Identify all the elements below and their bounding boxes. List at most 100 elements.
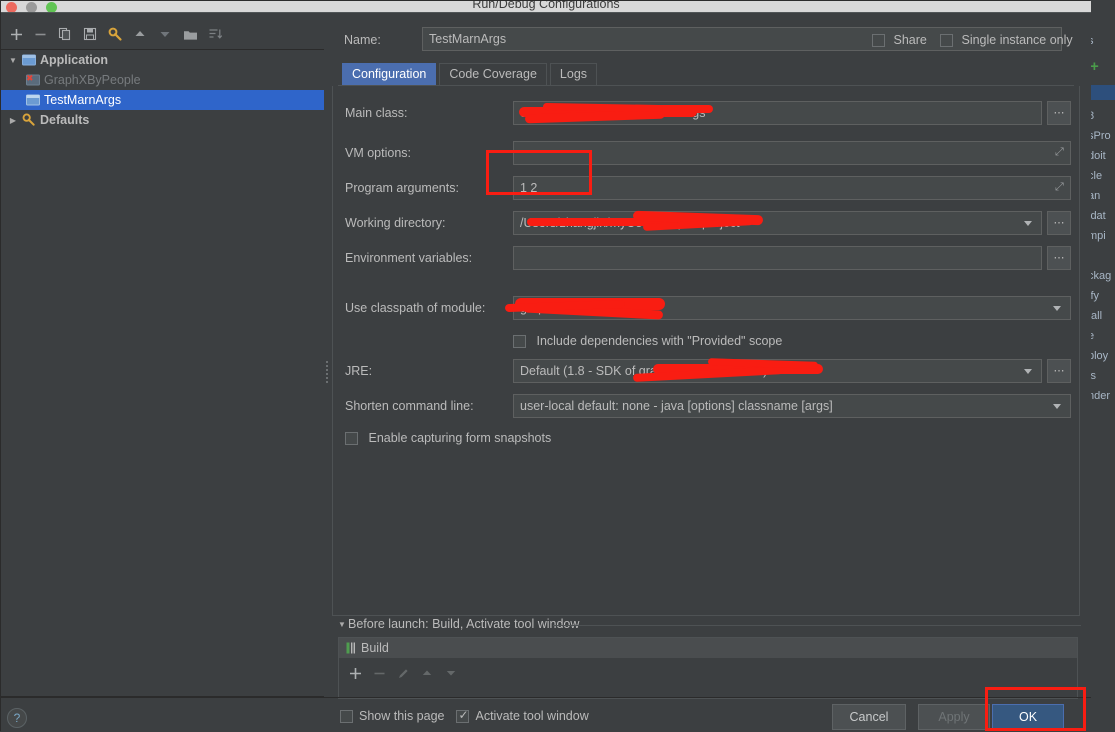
move-task-up-button[interactable]	[415, 662, 439, 684]
activate-tool-window-label: Activate tool window	[475, 709, 588, 723]
tree-item-defaults[interactable]: ▶ Defaults	[1, 110, 324, 130]
include-provided-checkbox[interactable]	[513, 335, 526, 348]
copy-configuration-button[interactable]	[54, 23, 76, 45]
collapse-arrow-icon[interactable]: ▶	[5, 116, 21, 125]
move-down-button[interactable]	[154, 23, 176, 45]
activate-tool-window-checkbox[interactable]	[456, 710, 469, 723]
vm-options-input[interactable]	[513, 141, 1071, 165]
single-instance-label: Single instance only	[961, 33, 1072, 47]
program-arguments-label: Program arguments:	[345, 181, 459, 195]
dialog-title: Run/Debug Configurations	[1, 1, 1091, 11]
environment-variables-input[interactable]	[513, 246, 1042, 270]
wrench-icon	[21, 112, 37, 128]
jre-control[interactable]: ⋯	[513, 359, 1071, 385]
before-launch-task-item[interactable]: Build	[339, 638, 1077, 658]
include-provided-checkbox-group[interactable]: Include dependencies with "Provided" sco…	[513, 334, 782, 348]
before-launch-header[interactable]: ▼ Before launch: Build, Activate tool wi…	[338, 617, 1078, 633]
browse-main-class-button[interactable]: ⋯	[1047, 101, 1071, 125]
share-checkbox[interactable]	[872, 34, 885, 47]
move-up-button[interactable]	[129, 23, 151, 45]
enable-capturing-checkbox[interactable]	[345, 432, 358, 445]
cancel-button[interactable]: Cancel	[832, 704, 906, 730]
configurations-sidebar: ▼ Application	[1, 13, 324, 697]
program-arguments-input[interactable]	[513, 176, 1071, 200]
share-checkbox-group[interactable]: Share	[872, 33, 927, 47]
folder-icon[interactable]	[179, 23, 201, 45]
main-class-label: Main class:	[345, 106, 408, 120]
tab-logs[interactable]: Logs	[550, 63, 597, 85]
shorten-command-line-label: Shorten command line:	[345, 399, 474, 413]
shorten-command-line-control[interactable]	[513, 394, 1071, 420]
expand-arrow-icon[interactable]: ▼	[5, 56, 21, 65]
main-class-row: Main class: ⋯	[333, 101, 1081, 127]
run-debug-configurations-dialog: Run/Debug Configurations	[0, 0, 1090, 731]
jre-dropdown-icon[interactable]	[1018, 360, 1038, 382]
before-launch-expand-icon[interactable]: ▼	[338, 620, 346, 629]
program-arguments-control[interactable]: ⤢	[513, 176, 1071, 202]
enable-capturing-checkbox-group[interactable]: Enable capturing form snapshots	[345, 431, 551, 445]
remove-task-button[interactable]	[367, 662, 391, 684]
configuration-editor-panel: Name: Share Single instance only Configu…	[332, 13, 1091, 697]
show-this-page-label: Show this page	[359, 709, 444, 723]
tree-item-application[interactable]: ▼ Application	[1, 50, 324, 70]
browse-environment-variables-button[interactable]: ⋯	[1047, 246, 1071, 270]
module-dropdown-icon[interactable]	[1047, 297, 1067, 319]
tab-configuration[interactable]: Configuration	[342, 63, 436, 85]
dialog-titlebar[interactable]: Run/Debug Configurations	[1, 1, 1091, 12]
before-launch-toolbar	[343, 662, 463, 684]
apply-button[interactable]: Apply	[918, 704, 990, 730]
maven-fragment: sPro	[1088, 130, 1111, 142]
build-icon	[343, 642, 361, 654]
enable-capturing-label: Enable capturing form snapshots	[368, 431, 551, 445]
tree-item-graphxbypeople[interactable]: GraphXByPeople	[1, 70, 324, 90]
expand-editor-icon[interactable]: ⤢	[1055, 182, 1066, 193]
save-configuration-button[interactable]	[79, 23, 101, 45]
vm-options-control[interactable]: ⤢	[513, 141, 1071, 167]
working-directory-control[interactable]: ⋯	[513, 211, 1071, 237]
tree-item-label: Defaults	[40, 113, 89, 127]
sort-configurations-button[interactable]	[204, 23, 226, 45]
sidebar-splitter[interactable]	[324, 13, 332, 697]
configuration-tabs[interactable]: Configuration Code Coverage Logs	[342, 63, 600, 85]
environment-variables-control[interactable]: ⋯	[513, 246, 1071, 272]
help-button[interactable]: ?	[7, 708, 27, 728]
use-classpath-of-module-label: Use classpath of module:	[345, 301, 485, 315]
maven-fragment: ploy	[1088, 350, 1108, 362]
annotation-ok-button	[985, 687, 1086, 731]
jre-label: JRE:	[345, 364, 372, 378]
before-launch-rule	[553, 625, 1081, 626]
before-launch-task-label: Build	[361, 641, 389, 655]
program-arguments-row: Program arguments: ⤢	[333, 176, 1081, 202]
include-provided-label: Include dependencies with "Provided" sco…	[536, 334, 782, 348]
show-this-page-checkbox[interactable]	[340, 710, 353, 723]
remove-configuration-button[interactable]	[29, 23, 51, 45]
edit-task-pencil-icon[interactable]	[391, 662, 415, 684]
single-instance-checkbox[interactable]	[940, 34, 953, 47]
configurations-tree[interactable]: ▼ Application	[1, 49, 324, 697]
browse-jre-button[interactable]: ⋯	[1047, 359, 1071, 383]
maven-fragment: nder	[1088, 390, 1110, 402]
tree-item-label: Application	[40, 53, 108, 67]
use-classpath-of-module-control[interactable]	[513, 296, 1071, 322]
move-task-down-button[interactable]	[439, 662, 463, 684]
tree-item-label: GraphXByPeople	[44, 73, 141, 87]
browse-working-directory-button[interactable]: ⋯	[1047, 211, 1071, 235]
working-directory-row: Working directory: ⋯	[333, 211, 1081, 237]
shorten-command-line-row: Shorten command line:	[333, 394, 1081, 420]
main-class-control[interactable]: ⋯	[513, 101, 1071, 127]
edit-defaults-wrench-icon[interactable]	[104, 23, 126, 45]
shorten-command-line-dropdown-icon[interactable]	[1047, 395, 1067, 417]
working-directory-dropdown-icon[interactable]	[1018, 212, 1038, 234]
tab-code-coverage[interactable]: Code Coverage	[439, 63, 547, 85]
annotation-program-arguments	[486, 150, 592, 195]
single-instance-checkbox-group[interactable]: Single instance only	[940, 33, 1073, 47]
add-configuration-button[interactable]	[5, 23, 27, 45]
maven-add-icon[interactable]: +	[1090, 58, 1099, 75]
shorten-command-line-select[interactable]	[513, 394, 1071, 418]
configuration-error-icon	[25, 72, 41, 88]
expand-editor-icon[interactable]: ⤢	[1055, 147, 1066, 158]
add-task-button[interactable]	[343, 662, 367, 684]
before-launch-options: Show this page Activate tool window	[340, 707, 589, 725]
name-label: Name:	[344, 33, 381, 47]
tree-item-testmarnargs[interactable]: TestMarnArgs	[1, 90, 324, 110]
